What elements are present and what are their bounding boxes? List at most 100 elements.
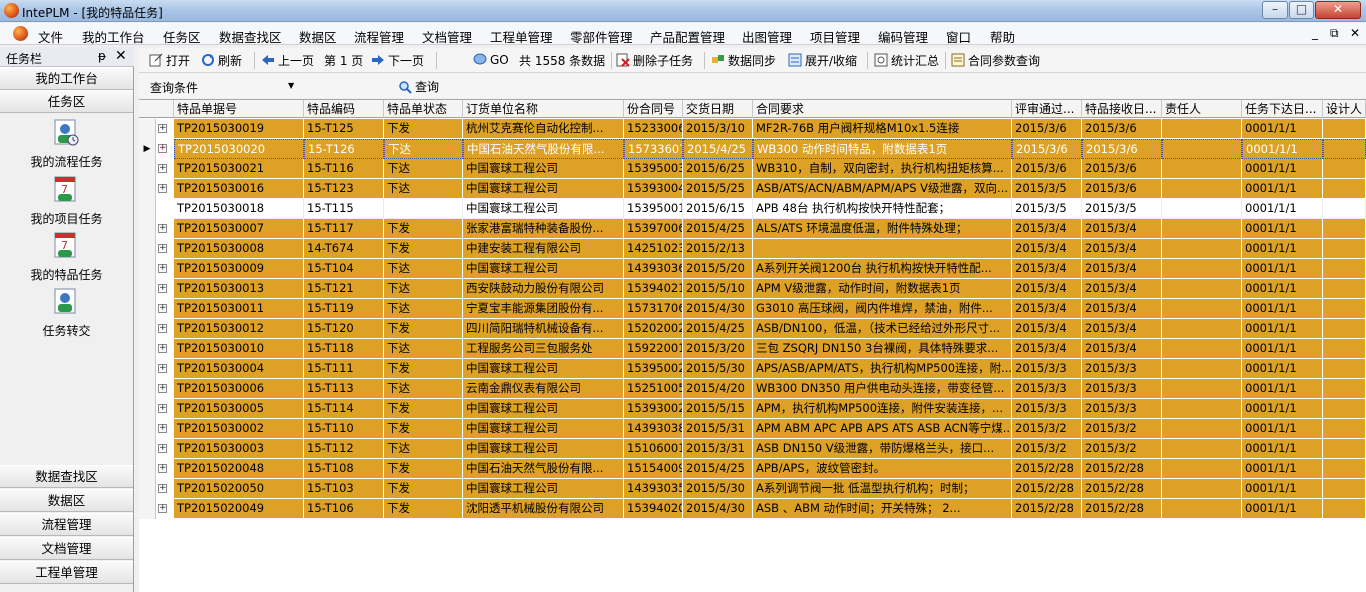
open-button[interactable]: 打开 [149,52,190,70]
table-cell[interactable] [1323,179,1366,199]
table-cell[interactable]: 2015/3/4 [1012,299,1082,319]
table-cell[interactable]: 中国寰球工程公司 [463,399,624,419]
table-row[interactable]: + TP2015030013 15-T121 下达 西安陕鼓动力股份有限公司 153940… [139,279,1366,299]
table-cell[interactable]: 2015/3/4 [1012,339,1082,359]
table-cell[interactable]: 2015/3/20 [683,339,753,359]
table-cell[interactable]: A系列开关阀1200台 执行机构按快开特性配... [753,259,1012,279]
column-header[interactable]: 交货日期 [683,100,753,118]
table-cell[interactable]: 2015/2/28 [1082,499,1162,519]
data-sync-button[interactable]: 数据同步 [711,52,776,70]
table-cell[interactable]: 15-T123 [304,179,384,199]
column-header[interactable]: 特品单据号 [174,100,304,118]
close-button[interactable]: ✕ [1315,1,1361,19]
table-cell[interactable]: 杭州艾克赛伦自动化控制... [463,119,624,139]
table-cell[interactable]: 15731706 [624,299,683,319]
table-cell[interactable]: TP2015030002 [174,419,304,439]
row-header[interactable] [139,279,156,299]
table-cell[interactable]: 15-T113 [304,379,384,399]
table-cell[interactable]: TP2015030006 [174,379,304,399]
table-cell[interactable]: 西安陕鼓动力股份有限公司 [463,279,624,299]
mdi-close-button[interactable]: ✕ [1350,26,1360,40]
menu-parts[interactable]: 零部件管理 [570,27,633,46]
table-row[interactable]: + TP2015030008 14-T674 下发 中建安装工程有限公司 14251023… [139,239,1366,259]
table-cell[interactable] [1323,499,1366,519]
table-cell[interactable]: 2015/3/3 [1012,399,1082,419]
table-cell[interactable]: 2015/3/3 [1082,359,1162,379]
table-cell[interactable]: 2015/3/2 [1012,419,1082,439]
table-cell[interactable]: 2015/3/4 [1082,259,1162,279]
table-cell[interactable]: 15-T125 [304,119,384,139]
table-cell[interactable]: 15-T106 [304,499,384,519]
table-cell[interactable]: 2015/3/4 [1082,299,1162,319]
table-cell[interactable]: MF2R-76B 用户阀杆规格M10x1.5连接 [753,119,1012,139]
table-cell[interactable]: 15393004 [624,179,683,199]
table-row[interactable]: + TP2015020048 15-T108 下发 中国石油天然气股份有限... 1515… [139,459,1366,479]
table-cell[interactable]: ASB DN150 V级泄露，带防爆格兰头，接口... [753,439,1012,459]
row-header[interactable] [139,479,156,499]
table-cell[interactable]: TP2015030004 [174,359,304,379]
table-cell[interactable]: 2015/5/10 [683,279,753,299]
table-cell[interactable]: 2015/3/3 [1012,379,1082,399]
menu-data-area[interactable]: 数据区 [299,27,337,46]
table-cell[interactable]: TP2015030018 [174,199,304,219]
table-cell[interactable]: 0001/1/1 [1242,259,1323,279]
row-header[interactable] [139,239,156,259]
table-cell[interactable]: 0001/1/1 [1242,319,1323,339]
table-cell[interactable] [1162,439,1242,459]
menu-task-area[interactable]: 任务区 [163,27,201,46]
table-cell[interactable] [1162,339,1242,359]
delete-subtask-button[interactable]: 删除子任务 [616,52,693,70]
table-cell[interactable] [1323,299,1366,319]
table-cell[interactable]: 中国寰球工程公司 [463,179,624,199]
table-cell[interactable]: 15395001 [624,199,683,219]
table-row[interactable]: + TP2015020050 15-T103 下发 中国寰球工程公司 14393035 20… [139,479,1366,499]
table-cell[interactable]: 15202002 [624,319,683,339]
stats-button[interactable]: 统计汇总 [874,52,939,70]
table-cell[interactable]: TP2015020048 [174,459,304,479]
table-cell[interactable]: 2015/3/6 [1082,139,1162,159]
table-cell[interactable] [1162,279,1242,299]
column-header[interactable]: 设计人 [1323,100,1366,118]
table-cell[interactable]: ALS/ATS 环境温度低温，附件特殊处理； [753,219,1012,239]
row-pointer-icon[interactable]: ▶ [139,139,156,159]
table-cell[interactable]: TP2015030020 [174,139,304,159]
table-row[interactable]: + TP2015030002 15-T110 下发 中国寰球工程公司 14393038 20… [139,419,1366,439]
table-cell[interactable]: 0001/1/1 [1242,299,1323,319]
table-cell[interactable]: APM，执行机构MP500连接，附件安装连接，... [753,399,1012,419]
table-cell[interactable]: 15-T114 [304,399,384,419]
table-cell[interactable]: ASB 、ABM 动作时间；开关特殊； 2... [753,499,1012,519]
table-cell[interactable]: TP2015020050 [174,479,304,499]
table-row[interactable]: TP2015030018 15-T115 中国寰球工程公司 15395001 2015/… [139,199,1366,219]
table-cell[interactable]: 下发 [384,359,463,379]
table-cell[interactable]: 2015/3/3 [1012,359,1082,379]
table-cell[interactable]: 14393038 [624,419,683,439]
table-cell[interactable] [1323,439,1366,459]
menu-product-config[interactable]: 产品配置管理 [650,27,725,46]
table-cell[interactable]: TP2015030008 [174,239,304,259]
next-page-button[interactable]: 下一页 [371,52,424,70]
table-row[interactable]: + TP2015030012 15-T120 下发 四川简阳瑞特机械设备有... 1520… [139,319,1366,339]
table-cell[interactable]: 0001/1/1 [1242,239,1323,259]
table-cell[interactable]: 15-T111 [304,359,384,379]
table-cell[interactable]: 15-T121 [304,279,384,299]
task-my-process[interactable]: 我的流程任务 [0,118,133,174]
table-cell[interactable]: 2015/5/31 [683,419,753,439]
table-cell[interactable]: 下发 [384,399,463,419]
menu-documents[interactable]: 文档管理 [422,27,472,46]
column-header[interactable]: 份合同号 [624,100,683,118]
table-cell[interactable]: 2015/4/25 [683,319,753,339]
table-cell[interactable]: 2015/3/4 [1082,239,1162,259]
contract-query-button[interactable]: 合同参数查询 [951,52,1040,70]
row-header[interactable] [139,439,156,459]
table-cell[interactable]: 14-T674 [304,239,384,259]
table-cell[interactable]: TP2015030007 [174,219,304,239]
table-cell[interactable]: 15-T108 [304,459,384,479]
table-cell[interactable] [1323,419,1366,439]
table-cell[interactable] [1323,199,1366,219]
table-row[interactable]: ▶ + TP2015030020 15-T126 下达 中国石油天然气股份有限... 157… [139,139,1366,159]
chevron-down-icon[interactable]: ▼ [288,81,294,90]
table-cell[interactable]: TP2015030005 [174,399,304,419]
table-cell[interactable]: APM V级泄露，动作时间，附数据表1页 [753,279,1012,299]
table-row[interactable]: + TP2015030005 15-T114 下发 中国寰球工程公司 15393002 20… [139,399,1366,419]
task-my-special[interactable]: 7 我的特品任务 [0,231,133,287]
